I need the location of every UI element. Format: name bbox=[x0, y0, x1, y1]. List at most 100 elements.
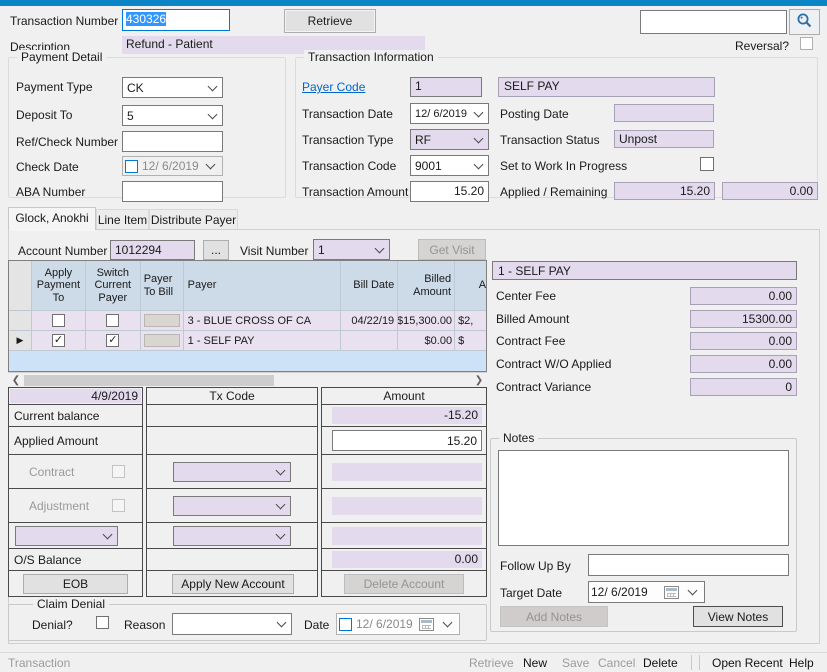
calendar-icon bbox=[664, 586, 679, 599]
billed-amount-cell[interactable]: $0.00 bbox=[398, 331, 455, 351]
contract-variance-value: 0 bbox=[690, 378, 797, 396]
get-visit-button[interactable]: Get Visit bbox=[418, 239, 486, 260]
payer-code-link[interactable]: Payer Code bbox=[302, 80, 365, 94]
denial-date-picker[interactable]: 12/ 6/2019 bbox=[336, 613, 460, 635]
tab-glock-anokhi[interactable]: Glock, Anokhi bbox=[8, 207, 96, 230]
col-bill-date[interactable]: Bill Date bbox=[341, 261, 398, 311]
aba-number-input[interactable] bbox=[122, 181, 223, 202]
col-billed-amount[interactable]: Billed Amount bbox=[398, 261, 455, 311]
contract-amount-field[interactable] bbox=[332, 463, 482, 481]
status-left-text: Transaction bbox=[8, 656, 70, 670]
apply-new-account-button[interactable]: Apply New Account bbox=[172, 574, 294, 594]
add-notes-button[interactable]: Add Notes bbox=[500, 606, 608, 627]
apply-payment-checkbox[interactable] bbox=[52, 334, 65, 347]
partial-cell[interactable]: $2, bbox=[455, 311, 486, 331]
adjustment-tx-code-select[interactable] bbox=[173, 496, 291, 516]
scroll-left-icon[interactable]: ❮ bbox=[8, 373, 24, 387]
extra-row-amount-field[interactable] bbox=[332, 527, 482, 545]
status-new[interactable]: New bbox=[523, 656, 547, 670]
transaction-window: Transaction Number 430326 Retrieve Descr… bbox=[0, 0, 827, 672]
search-button[interactable] bbox=[789, 9, 820, 35]
account-lookup-button[interactable]: ... bbox=[203, 240, 229, 260]
billed-amount-cell[interactable]: $15,300.00 bbox=[398, 311, 455, 331]
retrieve-button[interactable]: Retrieve bbox=[284, 9, 376, 33]
col-partial[interactable]: A bbox=[455, 261, 486, 311]
transaction-code-select[interactable]: 9001 bbox=[410, 155, 489, 176]
follow-up-by-input[interactable] bbox=[588, 554, 789, 576]
check-date-checkbox[interactable] bbox=[125, 160, 138, 173]
chevron-down-icon bbox=[276, 466, 286, 476]
denial-reason-select[interactable] bbox=[172, 613, 292, 635]
transaction-date-select[interactable]: 12/ 6/2019 bbox=[410, 103, 489, 124]
adjustment-checkbox[interactable] bbox=[112, 499, 125, 512]
chevron-down-icon bbox=[276, 530, 286, 540]
scrollbar-thumb[interactable] bbox=[24, 375, 274, 386]
payer-cell[interactable]: 3 - BLUE CROSS OF CA bbox=[184, 311, 342, 331]
tab-distribute-payer[interactable]: Distribute Payer bbox=[149, 209, 238, 230]
status-cancel[interactable]: Cancel bbox=[598, 656, 635, 670]
adjustment-amount-field[interactable] bbox=[332, 497, 482, 515]
notes-textarea[interactable] bbox=[498, 450, 789, 546]
follow-up-by-label: Follow Up By bbox=[500, 559, 571, 573]
transaction-type-label: Transaction Type bbox=[302, 133, 393, 147]
ref-check-number-input[interactable] bbox=[122, 131, 223, 152]
contract-tx-code-select[interactable] bbox=[173, 462, 291, 482]
eob-button[interactable]: EOB bbox=[23, 574, 128, 594]
applied-amount-input[interactable]: 15.20 bbox=[332, 430, 482, 451]
switch-payer-checkbox[interactable] bbox=[106, 314, 119, 327]
payer-cell[interactable]: 1 - SELF PAY bbox=[184, 331, 342, 351]
status-save[interactable]: Save bbox=[562, 656, 589, 670]
payer-row-blue-cross[interactable]: 3 - BLUE CROSS OF CA 04/22/19 $15,300.00… bbox=[9, 311, 486, 331]
deposit-to-select[interactable]: 5 bbox=[122, 105, 223, 126]
payment-type-select[interactable]: CK bbox=[122, 77, 223, 98]
transaction-number-value: 430326 bbox=[126, 12, 166, 26]
check-date-picker[interactable]: 12/ 6/2019 bbox=[122, 156, 223, 176]
current-row-marker-icon: ▶ bbox=[9, 331, 32, 351]
billed-amount-value: 15300.00 bbox=[690, 310, 797, 328]
bill-date-cell[interactable]: 04/22/19 bbox=[341, 311, 398, 331]
col-payer-to-bill[interactable]: Payer To Bill bbox=[141, 261, 184, 311]
transaction-number-input[interactable]: 430326 bbox=[122, 9, 230, 31]
status-retrieve[interactable]: Retrieve bbox=[469, 656, 514, 670]
status-help[interactable]: Help bbox=[789, 656, 814, 670]
extra-row-tx-code-select[interactable] bbox=[173, 526, 291, 546]
extra-row-type-select[interactable] bbox=[15, 526, 118, 546]
col-apply-payment-to[interactable]: Apply Payment To bbox=[32, 261, 86, 311]
col-switch-current-payer[interactable]: Switch Current Payer bbox=[86, 261, 141, 311]
amount-header: Amount bbox=[322, 388, 486, 404]
billed-amount-label: Billed Amount bbox=[496, 312, 569, 326]
denial-checkbox[interactable] bbox=[96, 616, 109, 629]
reversal-checkbox[interactable] bbox=[800, 37, 813, 50]
horizontal-scrollbar[interactable]: ❮ ❯ bbox=[8, 372, 487, 387]
payer-row-self-pay[interactable]: ▶ 1 - SELF PAY $0.00 $ bbox=[9, 331, 486, 351]
col-payer[interactable]: Payer bbox=[184, 261, 342, 311]
contract-variance-label: Contract Variance bbox=[496, 380, 591, 394]
delete-account-button[interactable]: Delete Account bbox=[344, 574, 464, 594]
payer-details-header: 1 - SELF PAY bbox=[492, 261, 797, 280]
bill-date-cell[interactable] bbox=[341, 331, 398, 351]
denial-date-checkbox[interactable] bbox=[339, 618, 352, 631]
chevron-down-icon bbox=[474, 133, 484, 143]
contract-checkbox[interactable] bbox=[112, 465, 125, 478]
view-notes-button[interactable]: View Notes bbox=[693, 606, 783, 627]
switch-payer-checkbox[interactable] bbox=[106, 334, 119, 347]
scroll-right-icon[interactable]: ❯ bbox=[471, 373, 487, 387]
target-date-picker[interactable]: 12/ 6/2019 bbox=[588, 581, 705, 603]
ref-check-number-label: Ref/Check Number bbox=[16, 135, 118, 149]
status-open-recent[interactable]: Open Recent bbox=[712, 656, 783, 670]
status-delete[interactable]: Delete bbox=[643, 656, 678, 670]
reversal-label: Reversal? bbox=[735, 39, 789, 53]
payer-to-bill-cell[interactable] bbox=[144, 334, 180, 347]
payer-to-bill-cell[interactable] bbox=[144, 314, 180, 327]
search-input[interactable] bbox=[640, 10, 787, 34]
visit-number-select[interactable]: 1 bbox=[313, 239, 390, 260]
transaction-amount-input[interactable]: 15.20 bbox=[410, 181, 489, 202]
tab-line-item[interactable]: Line Item bbox=[96, 209, 149, 230]
partial-cell[interactable]: $ bbox=[455, 331, 486, 351]
row-marker bbox=[9, 311, 32, 331]
transaction-type-select[interactable]: RF bbox=[410, 129, 489, 150]
grid-empty-area bbox=[9, 351, 486, 371]
apply-payment-checkbox[interactable] bbox=[52, 314, 65, 327]
wip-checkbox[interactable] bbox=[700, 157, 714, 171]
payment-detail-title: Payment Detail bbox=[17, 50, 106, 64]
